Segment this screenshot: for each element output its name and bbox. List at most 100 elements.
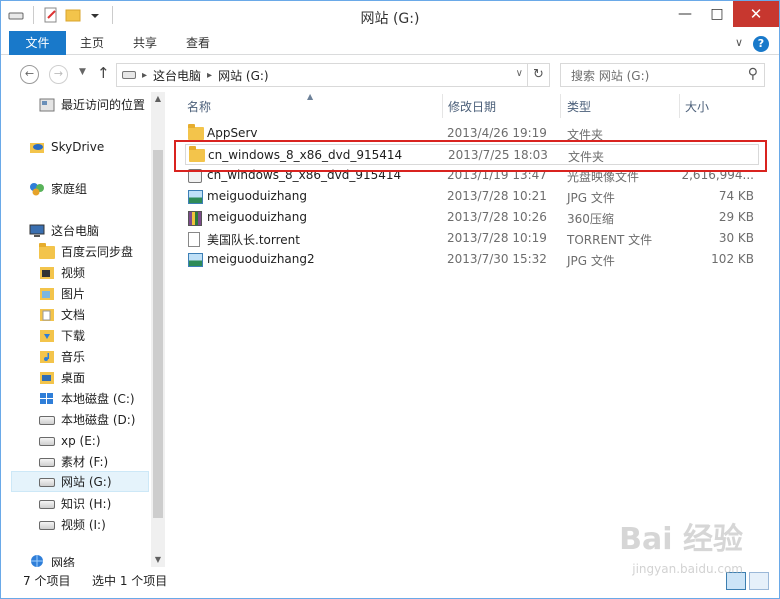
file-row[interactable]: meiguoduizhang2 2013/7/30 15:32 JPG 文件 1… [185,249,759,270]
sidebar-item-drive-d[interactable]: 本地磁盘 (D:) [39,409,135,430]
file-row[interactable]: meiguoduizhang 2013/7/28 10:21 JPG 文件 74… [185,186,759,207]
drive-icon [39,413,55,427]
minimize-button[interactable]: — [669,1,701,27]
breadcrumb-chevron-icon[interactable]: ▸ [142,70,147,81]
expand-ribbon-icon[interactable]: ∨ [735,36,743,52]
sidebar-item-homegroup[interactable]: 家庭组 [29,178,87,199]
sort-ascending-icon: ▲ [307,92,314,101]
column-divider[interactable] [442,94,443,118]
downloads-folder-icon [39,329,55,343]
videos-folder-icon [39,266,55,280]
tab-share[interactable]: 共享 [126,31,164,55]
drive-icon [39,475,55,489]
file-row[interactable]: AppServ 2013/4/26 19:19 文件夹 [185,123,759,144]
column-header-name[interactable]: 名称 [187,98,211,116]
windows-drive-icon [39,392,55,406]
desktop-folder-icon [39,371,55,385]
file-list: 名称 ▲ 修改日期 类型 大小 AppServ 2013/4/26 19:19 … [169,92,779,567]
drive-icon [39,497,55,511]
breadcrumb-chevron-icon[interactable]: ▸ [207,70,212,81]
search-icon[interactable]: ⚲ [748,66,758,82]
drive-icon [39,434,55,448]
drive-icon [39,518,55,532]
large-icons-view-button[interactable] [749,572,769,590]
column-header-size[interactable]: 大小 [685,98,709,116]
sidebar-item-drive-e[interactable]: xp (E:) [39,430,101,451]
sidebar-item-drive-f[interactable]: 素材 (F:) [39,451,108,472]
documents-folder-icon [39,308,55,322]
recent-places-icon [39,98,55,112]
address-history-dropdown[interactable]: ∨ [516,68,523,79]
sidebar-item-documents[interactable]: 文档 [39,304,85,325]
breadcrumb-this-pc[interactable]: 这台电脑 [153,67,201,84]
scroll-down-icon[interactable]: ▼ [151,553,165,567]
sidebar-item-baidu-sync[interactable]: 百度云同步盘 [39,241,133,262]
drive-icon [122,71,136,79]
column-header-type[interactable]: 类型 [567,98,591,116]
sidebar-item-skydrive[interactable]: SkyDrive [29,136,104,157]
file-row[interactable]: cn_windows_8_x86_dvd_915414 2013/1/19 13… [185,165,759,186]
back-button[interactable]: ← [20,65,39,84]
address-bar[interactable]: ▸ 这台电脑 ▸ 网站 (G:) ∨ ↻ [116,63,550,87]
help-icon[interactable]: ? [753,36,769,52]
search-input[interactable]: 搜索 网站 (G:) ⚲ [560,63,765,87]
column-header-date[interactable]: 修改日期 [448,98,496,116]
computer-icon [29,224,45,238]
sidebar-item-recent-places[interactable]: 最近访问的位置 [39,94,145,115]
up-button[interactable]: ↑ [97,64,110,82]
sidebar-item-music[interactable]: 音乐 [39,346,85,367]
search-placeholder: 搜索 网站 (G:) [571,68,650,83]
close-button[interactable]: ✕ [733,1,779,27]
image-icon [188,253,203,267]
watermark-url: jingyan.baidu.com [632,562,743,576]
forward-button[interactable]: → [49,65,68,84]
sidebar-item-drive-h[interactable]: 知识 (H:) [39,493,111,514]
scroll-up-icon[interactable]: ▲ [151,92,165,106]
skydrive-icon [29,140,45,154]
ribbon-right-controls: ∨ ? [735,36,769,52]
explorer-window: 网站 (G:) — □ ✕ 文件 主页 共享 查看 ∨ ? ← → ▼ ↑ ▸ … [0,0,780,599]
tab-file[interactable]: 文件 [9,31,66,55]
navigation-pane: 最近访问的位置 SkyDrive 家庭组 这台电脑 百度云同步盘 视频 图片 文… [1,92,166,567]
homegroup-icon [29,182,45,196]
music-folder-icon [39,350,55,364]
window-controls: — □ ✕ [669,1,779,27]
disc-image-icon [188,169,202,183]
folder-icon [189,146,205,162]
archive-icon [188,211,202,226]
sidebar-item-videos[interactable]: 视频 [39,262,85,283]
sidebar-item-drive-c[interactable]: 本地磁盘 (C:) [39,388,135,409]
sidebar-item-pictures[interactable]: 图片 [39,283,85,304]
drive-icon [39,455,55,469]
navigation-bar: ← → ▼ ↑ ▸ 这台电脑 ▸ 网站 (G:) ∨ ↻ 搜索 网站 (G:) … [1,56,779,92]
ribbon-tabs: 文件 主页 共享 查看 ∨ ? [1,31,779,55]
file-row-selected[interactable]: cn_windows_8_x86_dvd_915414 2013/7/25 18… [185,144,759,165]
file-row[interactable]: 美国队长.torrent 2013/7/28 10:19 TORRENT 文件 … [185,228,759,249]
column-divider[interactable] [679,94,680,118]
pictures-folder-icon [39,287,55,301]
sidebar-scrollbar[interactable]: ▲ ▼ [151,92,165,567]
sidebar-item-drive-i[interactable]: 视频 (I:) [39,514,106,535]
refresh-button[interactable]: ↻ [527,64,549,86]
scrollbar-thumb[interactable] [153,150,163,518]
column-divider[interactable] [560,94,561,118]
sidebar-item-downloads[interactable]: 下载 [39,325,85,346]
selection-count: 选中 1 个项目 [92,574,168,588]
tab-home[interactable]: 主页 [73,31,111,55]
breadcrumb-current-drive[interactable]: 网站 (G:) [218,67,269,84]
title-bar: 网站 (G:) — □ ✕ [1,1,779,31]
folder-icon [39,242,55,259]
sidebar-item-this-pc[interactable]: 这台电脑 [29,220,99,241]
sidebar-item-drive-g[interactable]: 网站 (G:) [11,471,149,492]
item-count: 7 个项目 [23,574,71,588]
window-title: 网站 (G:) [360,11,420,27]
file-row[interactable]: meiguoduizhang 2013/7/28 10:26 360压缩 29 … [185,207,759,228]
tab-view[interactable]: 查看 [179,31,217,55]
baidu-watermark: Bai 经验 [619,522,743,557]
recent-locations-dropdown[interactable]: ▼ [79,67,86,77]
maximize-button[interactable]: □ [701,1,733,27]
folder-icon [188,124,204,140]
sidebar-item-desktop[interactable]: 桌面 [39,367,85,388]
document-icon [188,232,200,247]
sidebar-item-network[interactable]: 网络 [29,554,75,567]
